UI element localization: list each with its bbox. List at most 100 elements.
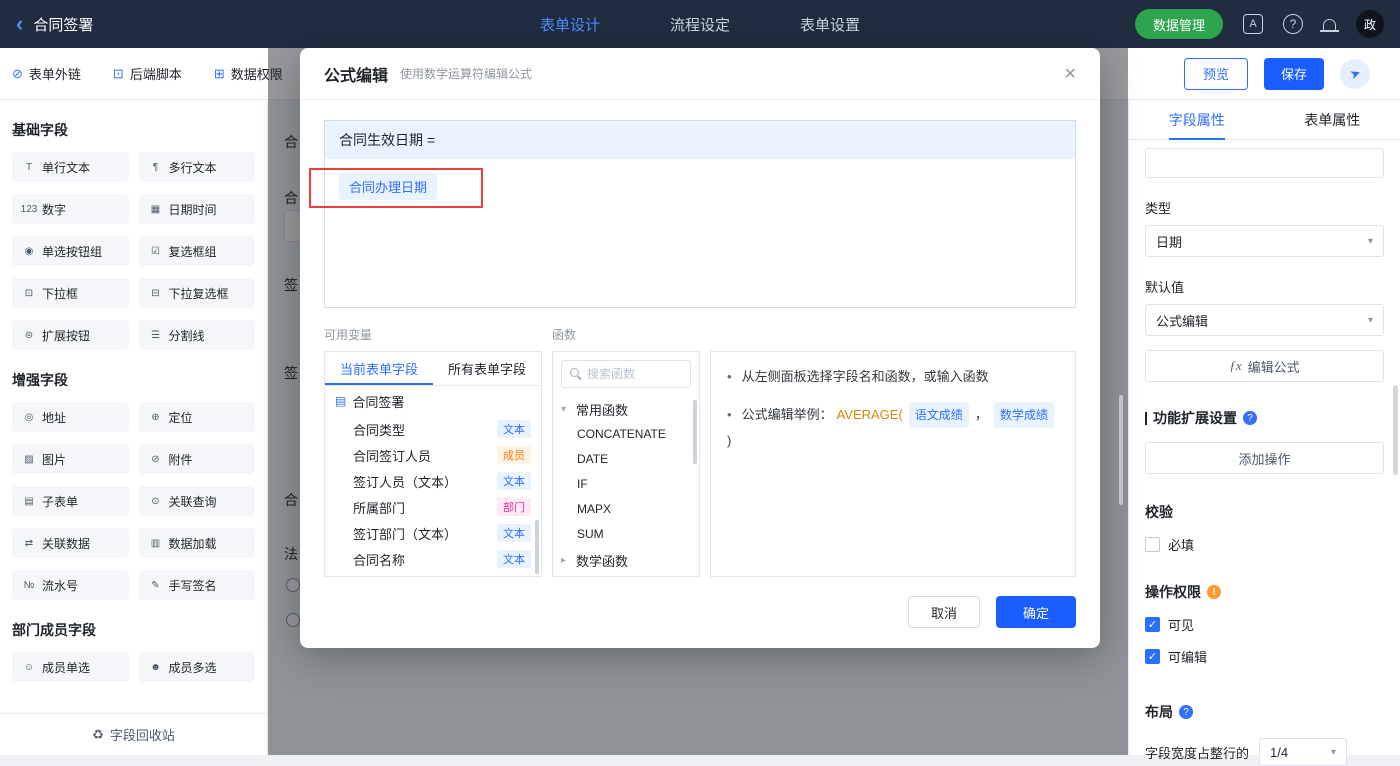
field-item-relate-query[interactable]: ⊙关联查询 <box>139 486 256 516</box>
avatar[interactable]: 政 <box>1356 10 1384 38</box>
field-width-label: 字段宽度占整行的 <box>1145 743 1249 762</box>
close-icon[interactable]: × <box>1064 64 1076 84</box>
functions-scrollbar[interactable] <box>693 400 697 464</box>
translate-icon[interactable]: A <box>1243 14 1263 34</box>
help-icon[interactable]: ? <box>1283 14 1303 34</box>
field-width-select[interactable]: 1/4 ▾ <box>1259 738 1347 766</box>
search-icon <box>570 368 582 380</box>
field-item-number[interactable]: 123数字 <box>12 194 129 224</box>
warning-icon[interactable]: ! <box>1207 585 1221 599</box>
chevron-right-icon: ▸ <box>561 555 571 566</box>
question-icon[interactable]: ? <box>1243 411 1257 425</box>
field-item-divider[interactable]: ☰分割线 <box>139 320 256 350</box>
tab-current-form-fields[interactable]: 当前表单字段 <box>325 352 433 385</box>
field-item-subform[interactable]: ▤子表单 <box>12 486 129 516</box>
field-recycle-bin[interactable]: ♻ 字段回收站 <box>0 713 267 755</box>
panel-labels: 可用变量 函数 <box>324 326 1076 343</box>
tree-field-row[interactable]: 合同签订人员 成员 <box>325 442 541 468</box>
function-group-common[interactable]: ▾ 常用函数 <box>553 396 699 422</box>
type-select[interactable]: 日期 ▾ <box>1145 225 1384 257</box>
required-checkbox[interactable] <box>1145 537 1160 552</box>
share-button[interactable]: ➤ <box>1340 59 1370 89</box>
formula-input-area[interactable]: 合同办理日期 <box>325 159 1075 307</box>
toolbar-item-external-link[interactable]: ⊘ 表单外链 <box>12 64 81 83</box>
field-item-dropdown[interactable]: ⊡下拉框 <box>12 278 129 308</box>
preview-button[interactable]: 预览 <box>1184 58 1248 90</box>
field-name: 合同名称 <box>353 550 497 569</box>
tree-field-row[interactable]: 所属部门 部门 <box>325 494 541 520</box>
field-item-label: 关联查询 <box>169 493 217 510</box>
field-item-extend-button[interactable]: ⊜扩展按钮 <box>12 320 129 350</box>
tab-form-design[interactable]: 表单设计 <box>540 14 600 35</box>
variables-scrollbar[interactable] <box>535 520 539 574</box>
toolbar-item-backend-script[interactable]: ⊡ 后端脚本 <box>113 64 182 83</box>
tab-flow-settings[interactable]: 流程设定 <box>670 14 730 35</box>
function-item-date[interactable]: DATE <box>553 447 699 472</box>
function-search[interactable] <box>561 360 691 388</box>
canvas-scrollbar[interactable] <box>1119 395 1123 505</box>
member-multi-icon: ☻ <box>147 662 165 673</box>
field-title-input[interactable] <box>1145 148 1384 178</box>
default-value-select[interactable]: 公式编辑 ▾ <box>1145 304 1384 336</box>
field-item-member-single[interactable]: ☺成员单选 <box>12 652 129 682</box>
back-chevron-icon[interactable]: ‹ <box>16 13 23 35</box>
tree-root-form[interactable]: ▤ 合同签署 <box>325 386 541 416</box>
functions-label: 函数 <box>552 326 576 343</box>
field-item-location[interactable]: ⊕定位 <box>139 402 256 432</box>
function-group-math[interactable]: ▸ 数学函数 <box>553 547 699 573</box>
data-manage-button[interactable]: 数据管理 <box>1135 9 1223 39</box>
visible-checkbox[interactable] <box>1145 617 1160 632</box>
function-item-if[interactable]: IF <box>553 472 699 497</box>
confirm-button[interactable]: 确定 <box>996 596 1076 628</box>
field-item-label: 下拉复选框 <box>169 285 229 302</box>
question-icon[interactable]: ? <box>1179 705 1193 719</box>
search-input[interactable] <box>587 367 677 381</box>
field-item-checkbox-group[interactable]: ☑复选框组 <box>139 236 256 266</box>
data-load-icon: ▥ <box>147 538 165 549</box>
field-item-radio-group[interactable]: ◉单选按钮组 <box>12 236 129 266</box>
cancel-button[interactable]: 取消 <box>908 596 980 628</box>
field-item-relate-data[interactable]: ⇄关联数据 <box>12 528 129 558</box>
variables-tabs: 当前表单字段 所有表单字段 <box>325 352 541 386</box>
topbar-left: ‹ 合同签署 <box>16 13 93 35</box>
save-button[interactable]: 保存 <box>1264 58 1324 90</box>
function-item-mapx[interactable]: MAPX <box>553 497 699 522</box>
properties-scrollbar[interactable] <box>1393 385 1398 475</box>
field-item-single-text[interactable]: T单行文本 <box>12 152 129 182</box>
tree-form-name: 合同签署 <box>352 392 404 411</box>
editable-checkbox[interactable] <box>1145 649 1160 664</box>
tab-all-form-fields[interactable]: 所有表单字段 <box>433 352 541 385</box>
field-item-data-load[interactable]: ▥数据加载 <box>139 528 256 558</box>
field-item-attachment[interactable]: ⊘附件 <box>139 444 256 474</box>
field-item-multi-text[interactable]: ¶多行文本 <box>139 152 256 182</box>
tree-field-row[interactable]: 合同类型 文本 <box>325 416 541 442</box>
functions-panel: ▾ 常用函数 CONCATENATE DATE IF MAPX SUM ▸ 数学… <box>552 351 700 577</box>
function-group-text[interactable]: ▸ 文本函数 <box>553 573 699 577</box>
editable-row: 可编辑 <box>1145 647 1384 666</box>
modal-body: 合同生效日期 = 合同办理日期 可用变量 函数 当前表单字段 所有表单字段 ▤ <box>300 100 1100 577</box>
add-action-label: 添加操作 <box>1238 449 1290 468</box>
tab-field-properties[interactable]: 字段属性 <box>1129 100 1265 139</box>
tab-form-settings[interactable]: 表单设置 <box>800 14 860 35</box>
field-item-dropdown-multi[interactable]: ⊟下拉复选框 <box>139 278 256 308</box>
tree-field-row[interactable]: 合同名称 文本 <box>325 546 541 572</box>
modal-header: 公式编辑 使用数学运算符编辑公式 × <box>300 48 1100 100</box>
function-item-concatenate[interactable]: CONCATENATE <box>553 422 699 447</box>
field-item-signature[interactable]: ✎手写签名 <box>139 570 256 600</box>
field-item-address[interactable]: ◎地址 <box>12 402 129 432</box>
field-item-member-multi[interactable]: ☻成员多选 <box>139 652 256 682</box>
formula-field-tag[interactable]: 合同办理日期 <box>339 173 437 200</box>
notification-bell-icon[interactable] <box>1323 19 1336 30</box>
edit-formula-label: 编辑公式 <box>1248 357 1300 376</box>
edit-formula-button[interactable]: ƒx 编辑公式 <box>1145 350 1384 382</box>
field-item-image[interactable]: ▨图片 <box>12 444 129 474</box>
type-select-value: 日期 <box>1156 232 1182 251</box>
tree-field-row[interactable]: 签订人员（文本） 文本 <box>325 468 541 494</box>
tab-form-properties[interactable]: 表单属性 <box>1265 100 1400 139</box>
add-action-button[interactable]: 添加操作 <box>1145 442 1384 474</box>
field-item-datetime[interactable]: ▦日期时间 <box>139 194 256 224</box>
function-item-sum[interactable]: SUM <box>553 522 699 547</box>
field-item-serial-number[interactable]: №流水号 <box>12 570 129 600</box>
tree-field-row[interactable]: 签订部门（文本） 文本 <box>325 520 541 546</box>
app-root: ‹ 合同签署 表单设计 流程设定 表单设置 数据管理 A ? 政 ⊘ 表单外链 … <box>0 0 1400 755</box>
